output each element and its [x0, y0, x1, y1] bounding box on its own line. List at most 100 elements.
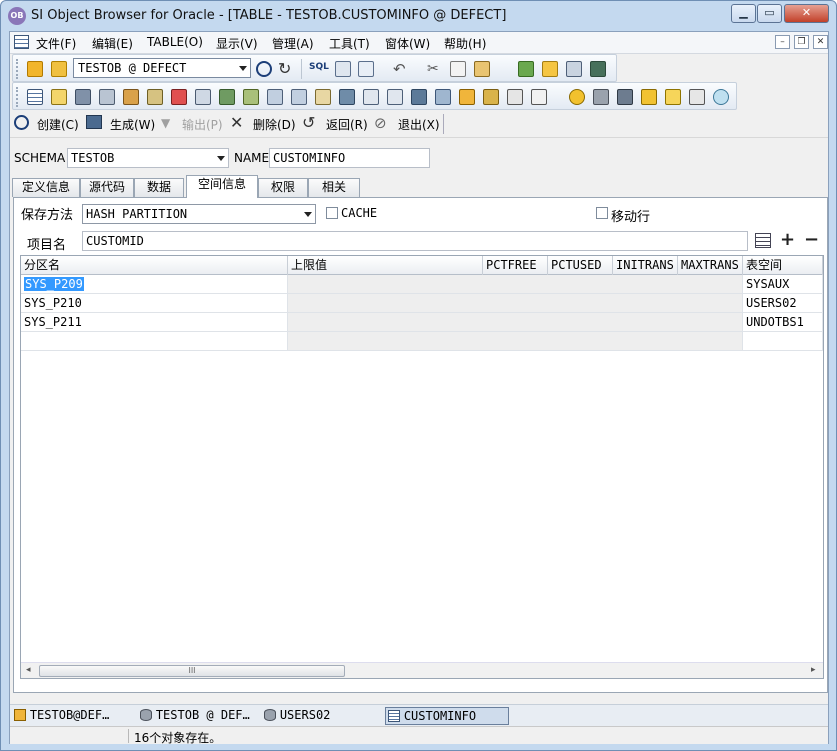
column-header-initrans[interactable]: INITRANS: [613, 256, 678, 275]
delete-button[interactable]: 删除(D): [253, 116, 296, 133]
close-button[interactable]: ✕: [784, 4, 829, 23]
window-tab-tablespace[interactable]: USERS02: [262, 707, 372, 725]
dblink-icon[interactable]: [411, 89, 427, 105]
table-row[interactable]: SYS_P210 USERS02: [21, 294, 823, 313]
column-header-maxtrans[interactable]: MAXTRANS: [678, 256, 743, 275]
datafile-icon[interactable]: [617, 89, 633, 105]
synonym-icon[interactable]: [99, 89, 115, 105]
row-movement-checkbox[interactable]: [596, 207, 608, 219]
tab-source[interactable]: 源代码: [80, 178, 134, 197]
create-icon[interactable]: [14, 115, 29, 130]
disconnect-icon[interactable]: [51, 61, 67, 77]
queue-icon[interactable]: [363, 89, 379, 105]
title-bar[interactable]: OB SI Object Browser for Oracle - [TABLE…: [1, 1, 836, 31]
import-icon[interactable]: [518, 61, 534, 77]
refresh-icon[interactable]: ↻: [278, 61, 294, 77]
user-icon[interactable]: [569, 89, 585, 105]
menu-help[interactable]: 帮助(H): [444, 35, 486, 52]
menu-tools[interactable]: 工具(T): [329, 35, 370, 52]
add-icon[interactable]: +: [780, 229, 795, 250]
partition-cell[interactable]: SYS_P210: [21, 294, 288, 313]
mdi-minimize-button[interactable]: –: [775, 35, 790, 49]
new-connection-icon[interactable]: [27, 61, 43, 77]
cut-icon[interactable]: ✂: [427, 61, 443, 77]
column-header-partition[interactable]: 分区名: [21, 256, 288, 275]
minimize-button[interactable]: ▁: [731, 4, 756, 23]
cache-checkbox[interactable]: [326, 207, 338, 219]
partition-cell[interactable]: [21, 332, 288, 351]
tablespace-cell[interactable]: SYSAUX: [743, 275, 823, 294]
menu-window[interactable]: 窗体(W): [385, 35, 430, 52]
trigger-icon[interactable]: [243, 89, 259, 105]
undo-icon[interactable]: ↶: [393, 61, 409, 77]
type-icon[interactable]: [315, 89, 331, 105]
lock-icon[interactable]: [641, 89, 657, 105]
scroll-right-icon[interactable]: ▸: [811, 665, 816, 675]
schema-select[interactable]: TESTOB: [67, 148, 229, 168]
tab-definition[interactable]: 定义信息: [12, 178, 80, 197]
materialized-view-icon[interactable]: [435, 89, 451, 105]
exit-button[interactable]: 退出(X): [398, 116, 440, 133]
scroll-left-icon[interactable]: ◂: [26, 665, 31, 675]
app-icon[interactable]: OB: [8, 7, 26, 25]
back-icon[interactable]: ↺: [302, 115, 315, 131]
exit-app-icon[interactable]: [590, 61, 606, 77]
partition-cell[interactable]: SYS_P211: [21, 313, 288, 332]
window-tab-table[interactable]: CUSTOMINFO: [385, 707, 509, 725]
function-icon[interactable]: [171, 89, 187, 105]
delete-icon[interactable]: ✕: [230, 115, 243, 131]
link-icon[interactable]: [387, 89, 403, 105]
tab-privileges[interactable]: 权限: [258, 178, 308, 197]
window-tab-connection[interactable]: TESTOB@DEF…: [12, 707, 122, 725]
column-header-pctused[interactable]: PCTUSED: [548, 256, 613, 275]
tree-icon[interactable]: [267, 89, 283, 105]
settings-icon[interactable]: [566, 61, 582, 77]
name-field[interactable]: CUSTOMINFO: [269, 148, 430, 168]
column-header-high-value[interactable]: 上限值: [288, 256, 483, 275]
menu-view[interactable]: 显示(V): [216, 35, 258, 52]
partition-key-field[interactable]: CUSTOMID: [82, 231, 748, 251]
document-icon[interactable]: [14, 35, 29, 49]
connection-select[interactable]: TESTOB @ DEFECT: [73, 58, 251, 78]
table-icon[interactable]: [27, 89, 43, 105]
scroll-thumb[interactable]: III: [39, 665, 345, 677]
role-icon[interactable]: [689, 89, 705, 105]
job-icon[interactable]: [459, 89, 475, 105]
procedure-icon[interactable]: [147, 89, 163, 105]
mdi-restore-button[interactable]: ❐: [794, 35, 809, 49]
generate-icon[interactable]: [86, 115, 102, 129]
view-icon[interactable]: [75, 89, 91, 105]
help-icon[interactable]: [542, 61, 558, 77]
script-icon[interactable]: [335, 61, 351, 77]
column-header-pctfree[interactable]: PCTFREE: [483, 256, 548, 275]
remove-icon[interactable]: −: [804, 229, 819, 250]
horizontal-scrollbar[interactable]: ◂ III ▸: [21, 662, 823, 678]
copy-icon[interactable]: [450, 61, 466, 77]
type-body-icon[interactable]: [339, 89, 355, 105]
tab-data[interactable]: 数据: [134, 178, 184, 197]
sql-icon[interactable]: SQL: [309, 62, 329, 78]
storage-method-select[interactable]: HASH PARTITION: [82, 204, 316, 224]
maximize-button[interactable]: ▭: [757, 4, 782, 23]
table-row[interactable]: SYS_P211 UNDOTBS1: [21, 313, 823, 332]
tablespace-cell[interactable]: UNDOTBS1: [743, 313, 823, 332]
package-icon[interactable]: [195, 89, 211, 105]
java-icon[interactable]: [483, 89, 499, 105]
menu-table[interactable]: TABLE(O): [147, 35, 203, 49]
circle-icon[interactable]: [256, 61, 272, 77]
tab-space-info[interactable]: 空间信息: [186, 175, 258, 198]
menu-manage[interactable]: 管理(A): [272, 35, 314, 52]
menu-file[interactable]: 文件(F): [36, 35, 76, 52]
partition-grid[interactable]: 分区名 上限值 PCTFREE PCTUSED INITRANS MAXTRAN…: [20, 255, 824, 679]
menu-edit[interactable]: 编辑(E): [92, 35, 133, 52]
tablespace-cell[interactable]: [743, 332, 823, 351]
tree-alt-icon[interactable]: [291, 89, 307, 105]
table-row-empty[interactable]: [21, 332, 823, 351]
report-icon[interactable]: [358, 61, 374, 77]
paste-icon[interactable]: [474, 61, 490, 77]
mdi-close-button[interactable]: ✕: [813, 35, 828, 49]
tab-related[interactable]: 相关: [308, 178, 360, 197]
back-button[interactable]: 返回(R): [326, 116, 368, 133]
directory-icon[interactable]: [531, 89, 547, 105]
column-header-tablespace[interactable]: 表空间: [743, 256, 823, 275]
